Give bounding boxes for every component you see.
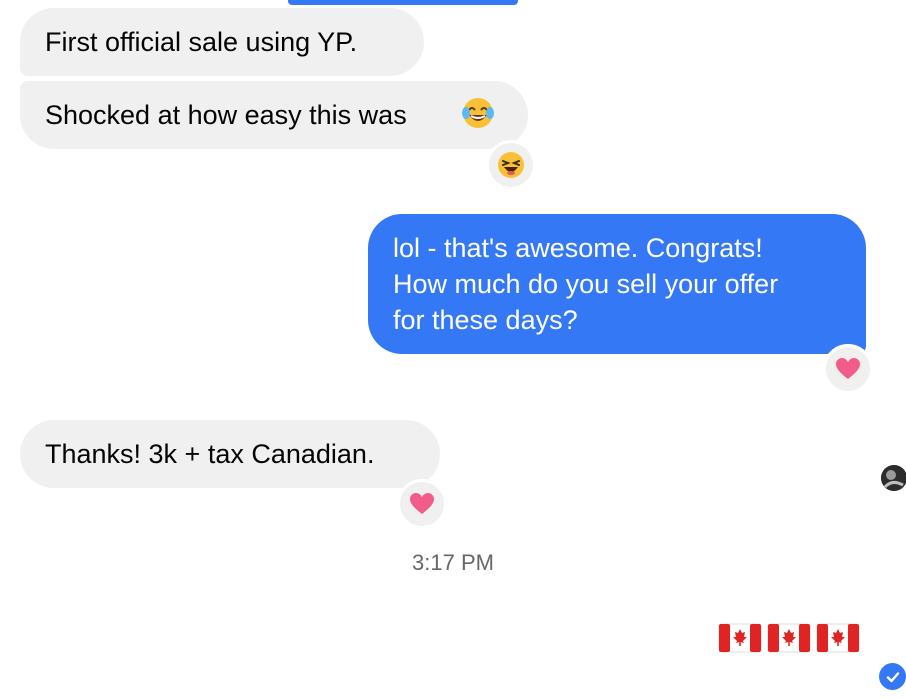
message-line: How much do you sell your offer	[393, 269, 779, 299]
message-line: for these days?	[393, 305, 578, 335]
message-text: First official sale using YP.	[45, 27, 358, 57]
delivered-check-icon	[879, 663, 906, 690]
profile-photo-icon	[881, 465, 906, 491]
emoji-message[interactable]	[718, 620, 860, 658]
outgoing-message-bubble[interactable]: lol - that's awesome. Congrats! How much…	[368, 214, 866, 354]
message-text: Shocked at how easy this was	[45, 100, 407, 130]
reaction-badge[interactable]	[397, 479, 447, 529]
canada-flag-icon	[816, 623, 860, 653]
timestamp: 3:17 PM	[412, 550, 494, 575]
heart-icon	[410, 493, 434, 514]
canada-flag-icon	[767, 623, 811, 653]
canada-flag-icon	[718, 623, 762, 653]
avatar[interactable]	[881, 465, 906, 491]
incoming-message-bubble[interactable]: Thanks! 3k + tax Canadian.	[20, 420, 440, 488]
heart-icon	[836, 358, 860, 379]
incoming-message-bubble[interactable]: First official sale using YP.	[20, 8, 424, 76]
message-text: Thanks! 3k + tax Canadian.	[45, 439, 375, 469]
previous-message-bubble[interactable]	[288, 0, 518, 5]
reaction-badge[interactable]	[486, 140, 536, 190]
message-line: lol - that's awesome. Congrats!	[393, 233, 763, 263]
face-with-tears-of-joy-icon	[462, 98, 494, 128]
reaction-badge[interactable]	[823, 344, 873, 394]
laughing-face-icon	[498, 152, 524, 178]
incoming-message-bubble[interactable]: Shocked at how easy this was	[20, 81, 528, 149]
